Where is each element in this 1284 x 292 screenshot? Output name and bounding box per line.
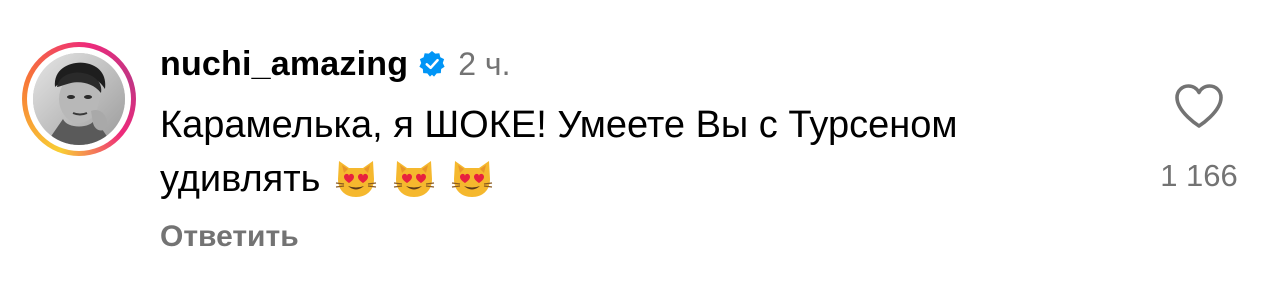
heart-eyes-cat-emoji — [392, 155, 436, 199]
heart-eyes-cat-emoji — [334, 155, 378, 199]
heart-eyes-cat-emoji — [450, 155, 494, 199]
reply-button[interactable]: Ответить — [160, 220, 299, 254]
comment-text-line: Карамелька, я ШОКЕ! Умеете Вы с Турсеном — [160, 104, 958, 146]
like-count: 1 166 — [1160, 158, 1238, 193]
username-link[interactable]: nuchi_amazing — [160, 45, 408, 84]
verified-badge-icon — [418, 50, 446, 78]
avatar[interactable] — [33, 53, 125, 145]
comment-text-line: удивлять — [160, 152, 1120, 206]
heart-outline-icon[interactable] — [1173, 82, 1225, 130]
comment-body: Карамелька, я ШОКЕ! Умеете Вы с Турсеном… — [160, 98, 1120, 206]
avatar-photo — [33, 53, 125, 145]
comment-timestamp: 2 ч. — [458, 45, 511, 82]
like-column: 1 166 — [1144, 82, 1254, 194]
comment-header: nuchi_amazing 2 ч. — [160, 42, 510, 86]
comment-item: nuchi_amazing 2 ч. Карамелька, я ШОКЕ! У… — [0, 0, 1284, 292]
avatar-story-ring[interactable] — [22, 42, 136, 156]
comment-text-word: удивлять — [160, 158, 321, 200]
